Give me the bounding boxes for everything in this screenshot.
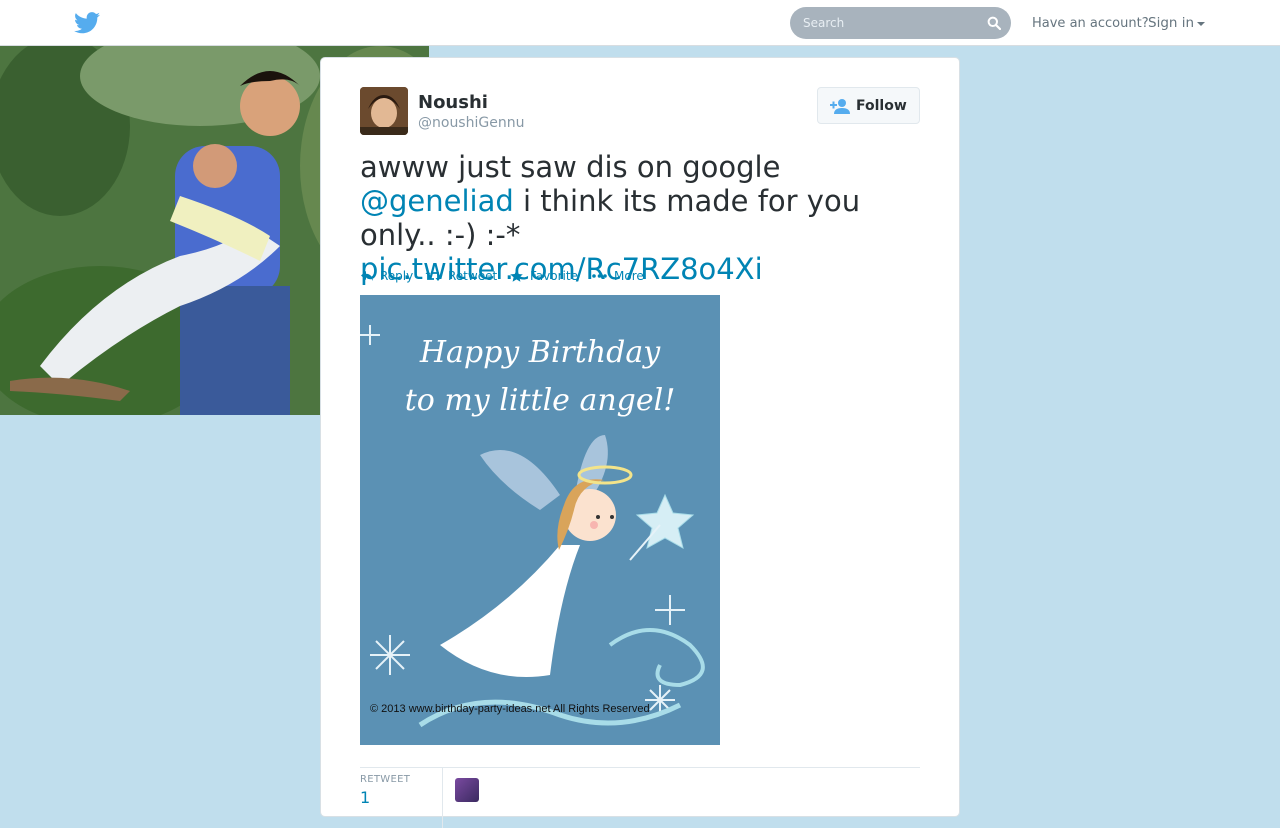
favorite-label: Favorite xyxy=(530,269,578,283)
search-icon[interactable] xyxy=(987,16,1001,30)
follow-label: Follow xyxy=(856,98,907,114)
user-handle[interactable]: @noushiGennu xyxy=(418,115,524,131)
add-user-icon xyxy=(830,99,850,114)
stat-divider xyxy=(442,768,443,828)
reply-label: Reply xyxy=(380,269,414,283)
mention-link[interactable]: @geneliad xyxy=(360,184,514,218)
twitter-bird-icon[interactable] xyxy=(74,12,100,34)
tweet-text: awww just saw dis on google @geneliad i … xyxy=(360,150,930,286)
image-caption-line1: Happy Birthday xyxy=(419,335,661,370)
sign-in-link[interactable]: Sign in xyxy=(1148,15,1194,31)
star-icon xyxy=(510,270,523,282)
more-label: More xyxy=(614,269,644,283)
avatar[interactable] xyxy=(360,87,408,135)
retweet-icon xyxy=(425,271,441,281)
chevron-down-icon[interactable] xyxy=(1197,22,1205,26)
reply-icon xyxy=(361,271,373,281)
retweet-stat-label: RETWEET xyxy=(360,774,411,785)
image-caption-line2: to my little angel! xyxy=(404,383,676,418)
image-copyright: © 2013 www.birthday-party-ideas.net All … xyxy=(370,703,650,715)
tweet-media-image[interactable]: Happy Birthday to my little angel! © 201… xyxy=(360,295,720,745)
top-bar: Search Have an account? Sign in xyxy=(0,0,1280,46)
tweet-text-part1: awww just saw dis on google xyxy=(360,150,781,184)
search-input[interactable]: Search xyxy=(803,16,844,30)
user-name[interactable]: Noushi xyxy=(418,92,488,113)
tweet-card: Noushi @noushiGennu Follow awww just saw… xyxy=(320,57,960,828)
more-dots-icon xyxy=(592,274,607,278)
search-box[interactable]: Search xyxy=(790,7,1011,39)
retweeter-avatar[interactable] xyxy=(455,778,479,802)
have-account-text: Have an account? xyxy=(1032,16,1149,31)
follow-button[interactable]: Follow xyxy=(817,87,920,124)
retweet-stat-value[interactable]: 1 xyxy=(360,788,370,807)
retweet-label: Retweet xyxy=(448,269,498,283)
divider xyxy=(360,767,920,768)
